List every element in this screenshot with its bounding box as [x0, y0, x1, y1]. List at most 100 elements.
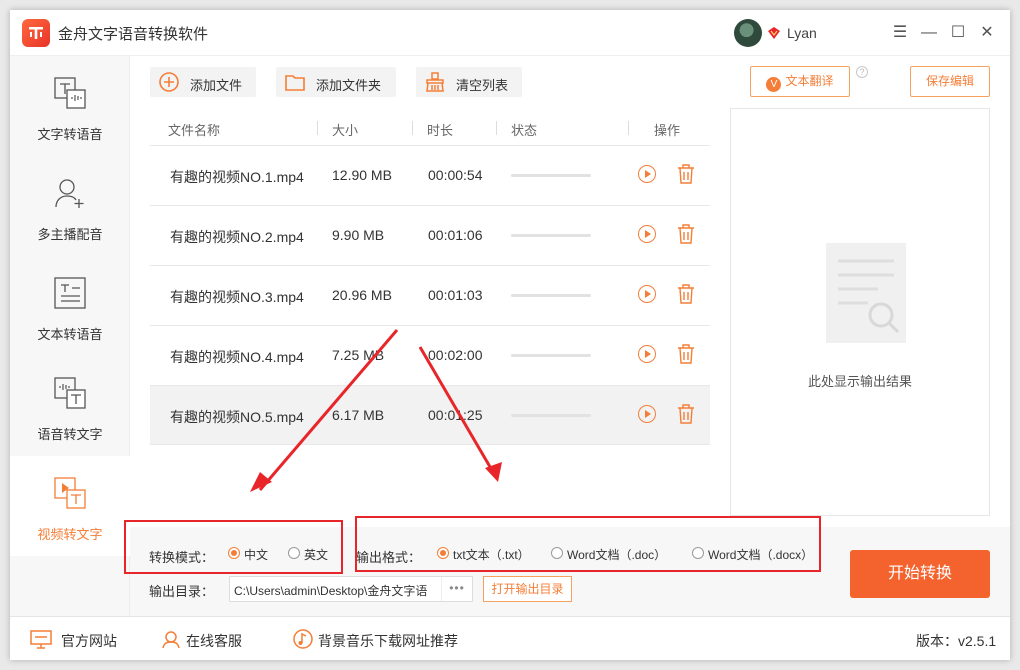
app-title: 金舟文字语音转换软件 — [58, 26, 209, 43]
file-name: 有趣的视频NO.4.mp4 — [170, 349, 304, 365]
play-icon[interactable] — [638, 405, 656, 423]
annotation-box-mode — [124, 520, 343, 574]
status-progress-bar — [511, 354, 591, 357]
add-folder-label: 添加文件夹 — [316, 78, 382, 93]
sidebar-item-label: 语音转文字 — [37, 427, 103, 442]
sidebar-item-video-to-text[interactable]: 视频转文字 — [10, 456, 130, 556]
vip-diamond-icon — [768, 27, 780, 39]
result-placeholder: 此处显示输出结果 — [807, 374, 912, 389]
monitor-icon — [30, 630, 52, 649]
username[interactable]: Lyan — [787, 25, 817, 41]
delete-icon[interactable] — [677, 344, 695, 364]
table-row[interactable]: 有趣的视频NO.2.mp4 9.90 MB 00:01:06 — [150, 205, 710, 265]
video-to-text-icon — [54, 477, 86, 509]
app-window: 金舟文字语音转换软件 Lyan ☰ — ☐ ✕ 文字转语音 多主播配音 文本转语… — [10, 10, 1010, 660]
file-duration: 00:02:00 — [428, 347, 483, 363]
play-icon[interactable] — [638, 225, 656, 243]
translate-button[interactable]: V 文本翻译 — [750, 66, 850, 97]
file-duration: 00:01:06 — [428, 227, 483, 243]
browse-button[interactable]: ••• — [441, 577, 472, 601]
translate-label: 文本翻译 — [785, 74, 834, 88]
multi-anchor-icon — [55, 179, 84, 208]
document-text-icon — [54, 277, 86, 309]
speech-to-text-icon — [54, 377, 86, 409]
maximize-icon[interactable]: ☐ — [947, 22, 969, 44]
music-icon — [293, 629, 313, 649]
app-logo-icon — [22, 19, 50, 47]
table-row[interactable]: 有趣的视频NO.5.mp4 6.17 MB 00:01:25 — [150, 385, 710, 445]
file-size: 7.25 MB — [332, 347, 385, 363]
header-filename: 文件名称 — [168, 123, 221, 138]
menu-icon[interactable]: ☰ — [889, 22, 911, 44]
sidebar-item-label: 多主播配音 — [37, 227, 103, 242]
add-file-label: 添加文件 — [190, 78, 243, 93]
sidebar-item-doc-to-speech[interactable]: 文本转语音 — [10, 256, 130, 356]
play-icon[interactable] — [638, 345, 656, 363]
title-bar: 金舟文字语音转换软件 Lyan ☰ — ☐ ✕ — [10, 10, 1010, 56]
file-duration: 00:01:03 — [428, 287, 483, 303]
sidebar-item-text-to-speech[interactable]: 文字转语音 — [10, 56, 130, 156]
file-duration: 00:01:25 — [428, 407, 483, 423]
footer-bar: 官方网站 在线客服 背景音乐下载网址推荐 版本：v2.5.1 — [10, 616, 1010, 660]
output-dir-field[interactable]: C:\Users\admin\Desktop\金舟文字语 — [229, 576, 473, 602]
customer-service-icon — [162, 631, 180, 649]
official-site-link[interactable]: 官方网站 — [61, 631, 117, 651]
version-label: 版本：v2.5.1 — [916, 633, 997, 649]
delete-icon[interactable] — [677, 224, 695, 244]
close-icon[interactable]: ✕ — [976, 22, 998, 44]
online-service-link[interactable]: 在线客服 — [186, 631, 242, 651]
table-row[interactable]: 有趣的视频NO.3.mp4 20.96 MB 00:01:03 — [150, 265, 710, 325]
header-duration: 时长 — [427, 123, 454, 138]
add-circle-icon — [159, 72, 179, 92]
folder-icon — [285, 75, 305, 91]
play-icon[interactable] — [638, 165, 656, 183]
text-to-speech-icon — [54, 77, 86, 109]
translate-icon: V — [766, 77, 782, 92]
header-status: 状态 — [511, 123, 538, 138]
status-progress-bar — [511, 414, 591, 417]
play-icon[interactable] — [638, 285, 656, 303]
file-size: 9.90 MB — [332, 227, 385, 243]
status-progress-bar — [511, 294, 591, 297]
sidebar-item-label: 文字转语音 — [37, 127, 103, 142]
delete-icon[interactable] — [677, 164, 695, 184]
output-result-panel: 此处显示输出结果 — [730, 108, 990, 516]
file-name: 有趣的视频NO.2.mp4 — [170, 229, 304, 245]
sidebar-item-label: 视频转文字 — [37, 527, 103, 542]
start-convert-button[interactable]: 开始转换 — [850, 550, 990, 598]
broom-icon — [426, 72, 444, 92]
open-output-dir-button[interactable]: 打开输出目录 — [483, 576, 572, 602]
music-download-link[interactable]: 背景音乐下载网址推荐 — [318, 631, 458, 651]
file-name: 有趣的视频NO.3.mp4 — [170, 289, 304, 305]
annotation-box-format — [355, 516, 821, 572]
empty-document-icon — [826, 243, 906, 343]
file-table-header: 文件名称 大小 时长 状态 操作 — [150, 113, 710, 143]
help-icon[interactable]: ? — [856, 66, 868, 78]
output-dir-label: 输出目录： — [149, 584, 215, 599]
sidebar-item-multi-anchor[interactable]: 多主播配音 — [10, 156, 130, 256]
avatar[interactable] — [734, 19, 762, 47]
status-progress-bar — [511, 234, 591, 237]
sidebar-item-label: 文本转语音 — [37, 327, 103, 342]
save-edit-button[interactable]: 保存编辑 — [910, 66, 990, 97]
clear-list-label: 清空列表 — [456, 78, 509, 93]
file-size: 20.96 MB — [332, 287, 392, 303]
sidebar: 文字转语音 多主播配音 文本转语音 语音转文字 视频转文字 — [10, 56, 130, 616]
status-progress-bar — [511, 174, 591, 177]
table-row[interactable]: 有趣的视频NO.4.mp4 7.25 MB 00:02:00 — [150, 325, 710, 385]
add-file-button[interactable]: 添加文件 — [150, 67, 256, 97]
header-size: 大小 — [332, 123, 359, 138]
sidebar-item-speech-to-text[interactable]: 语音转文字 — [10, 356, 130, 456]
file-size: 12.90 MB — [332, 167, 392, 183]
delete-icon[interactable] — [677, 404, 695, 424]
file-duration: 00:00:54 — [428, 167, 483, 183]
add-folder-button[interactable]: 添加文件夹 — [276, 67, 396, 97]
header-actions: 操作 — [654, 123, 681, 138]
file-name: 有趣的视频NO.1.mp4 — [170, 169, 304, 185]
file-name: 有趣的视频NO.5.mp4 — [170, 409, 304, 425]
table-row[interactable]: 有趣的视频NO.1.mp4 12.90 MB 00:00:54 — [150, 145, 710, 205]
minimize-icon[interactable]: — — [918, 22, 940, 44]
delete-icon[interactable] — [677, 284, 695, 304]
clear-list-button[interactable]: 清空列表 — [416, 67, 522, 97]
file-size: 6.17 MB — [332, 407, 385, 423]
